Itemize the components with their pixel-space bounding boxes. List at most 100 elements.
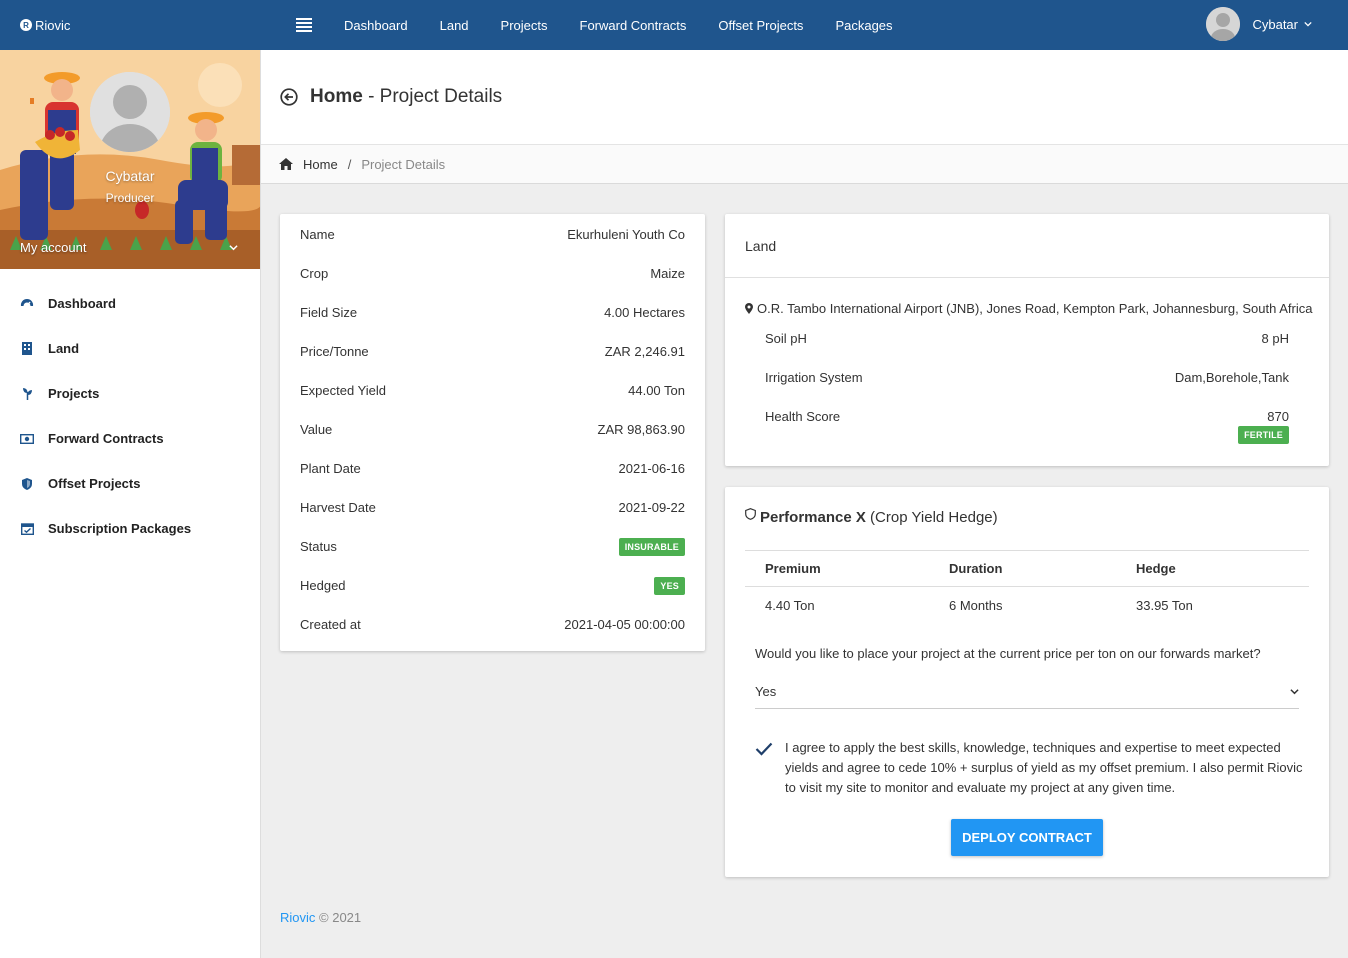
my-account-label: My account xyxy=(20,240,87,255)
hedge-table-header: Premium Duration Hedge xyxy=(745,550,1309,587)
top-nav: Dashboard Land Projects Forward Contract… xyxy=(344,0,925,50)
top-navbar: R Riovic Dashboard Land Projects Forward… xyxy=(0,0,1348,50)
detail-row-created-at: Created at 2021-04-05 00:00:00 xyxy=(300,605,685,644)
user-name: Cybatar xyxy=(1252,16,1298,32)
seedling-icon xyxy=(20,387,34,401)
calendar-check-icon xyxy=(20,522,34,536)
menu-toggle-icon[interactable] xyxy=(296,18,312,32)
home-icon xyxy=(279,158,293,170)
land-label: Health Score xyxy=(765,409,841,424)
land-row-soil-ph: Soil pH 8 pH xyxy=(765,319,1289,358)
detail-row-expected-yield: Expected Yield 44.00 Ton xyxy=(300,371,685,410)
shield-icon xyxy=(20,477,34,491)
agreement-checkbox[interactable] xyxy=(755,742,773,756)
detail-row-status: Status INSURABLE xyxy=(300,527,685,566)
detail-label: Name xyxy=(300,227,335,242)
map-pin-icon xyxy=(745,303,753,314)
detail-label: Harvest Date xyxy=(300,500,376,515)
sidebar-item-forward-contracts[interactable]: Forward Contracts xyxy=(0,416,260,461)
detail-label: Value xyxy=(300,422,333,437)
topnav-offset-projects[interactable]: Offset Projects xyxy=(718,18,803,33)
page-title: Home - Project Details xyxy=(280,86,502,108)
land-value: Dam,Borehole,Tank xyxy=(1174,370,1289,385)
detail-label: Created at xyxy=(300,617,361,632)
performance-title-bold: Performance X xyxy=(760,509,866,526)
detail-value: ZAR 2,246.91 xyxy=(604,344,685,359)
user-name-wrap: Cybatar xyxy=(1252,17,1312,32)
detail-row-name: Name Ekurhuleni Youth Co xyxy=(300,215,685,254)
land-location: O.R. Tambo International Airport (JNB), … xyxy=(745,301,1312,316)
topnav-packages[interactable]: Packages xyxy=(835,18,892,33)
sidebar-item-dashboard[interactable]: Dashboard xyxy=(0,281,260,326)
profile-banner: Cybatar Producer My account xyxy=(0,50,260,269)
land-location-text: O.R. Tambo International Airport (JNB), … xyxy=(757,301,1313,316)
user-menu[interactable]: Cybatar xyxy=(1206,7,1312,41)
detail-label: Expected Yield xyxy=(300,383,387,398)
back-arrow-icon[interactable] xyxy=(280,88,298,106)
forwards-market-select[interactable]: Yes xyxy=(755,675,1299,709)
table-row: 4.40 Ton 6 Months 33.95 Ton xyxy=(745,587,1309,625)
performance-title: Performance X (Crop Yield Hedge) xyxy=(745,507,998,526)
column-hedge: Hedge xyxy=(1116,550,1309,587)
logo-text: Riovic xyxy=(35,17,71,33)
land-attributes: Soil pH 8 pH Irrigation System Dam,Borehol… xyxy=(765,319,1289,436)
detail-row-field-size: Field Size 4.00 Hectares xyxy=(300,293,685,332)
chevron-down-icon xyxy=(1304,21,1312,27)
hedge-table: Premium Duration Hedge 4.40 Ton 6 Months… xyxy=(745,550,1309,625)
topnav-land[interactable]: Land xyxy=(440,18,469,33)
sidebar-item-subscription-packages[interactable]: Subscription Packages xyxy=(0,506,260,551)
land-label: Soil pH xyxy=(765,331,807,346)
detail-label: Hedged xyxy=(300,578,346,593)
user-avatar-icon xyxy=(1206,7,1241,41)
detail-row-crop: Crop Maize xyxy=(300,254,685,293)
column-duration: Duration xyxy=(929,550,1116,587)
land-row-irrigation: Irrigation System Dam,Borehole,Tank xyxy=(765,358,1289,397)
detail-value: 44.00 Ton xyxy=(628,383,685,398)
detail-value: Ekurhuleni Youth Co xyxy=(567,227,685,242)
detail-row-harvest-date: Harvest Date 2021-09-22 xyxy=(300,488,685,527)
topnav-projects[interactable]: Projects xyxy=(501,18,548,33)
land-value: 8 pH xyxy=(1261,331,1289,346)
select-value: Yes xyxy=(755,684,777,699)
detail-row-value: Value ZAR 98,863.90 xyxy=(300,410,685,449)
hedged-badge: YES xyxy=(654,576,685,595)
dashboard-icon xyxy=(20,297,34,311)
sidebar-item-label: Offset Projects xyxy=(48,476,141,491)
sidebar-item-land[interactable]: Land xyxy=(0,326,260,371)
profile-name: Cybatar xyxy=(105,168,155,184)
sidebar-item-offset-projects[interactable]: Offset Projects xyxy=(0,461,260,506)
sidebar: Cybatar Producer My account Dashboard La… xyxy=(0,50,261,958)
detail-row-price: Price/Tonne ZAR 2,246.91 xyxy=(300,332,685,371)
premium-value: 4.40 Ton xyxy=(765,598,815,614)
logo-mark-icon: R xyxy=(20,19,32,31)
land-card: Land O.R. Tambo International Airport (J… xyxy=(725,214,1329,466)
profile-avatar xyxy=(90,72,170,152)
detail-label: Field Size xyxy=(300,305,358,320)
health-badge: FERTILE xyxy=(1238,426,1289,444)
sidebar-item-label: Forward Contracts xyxy=(48,431,164,446)
sidebar-nav: Dashboard Land Projects Forward Contract… xyxy=(0,281,260,551)
money-icon xyxy=(20,432,34,446)
deploy-contract-button[interactable]: DEPLOY CONTRACT xyxy=(951,819,1103,856)
breadcrumb-current: Project Details xyxy=(361,156,446,172)
detail-label: Plant Date xyxy=(300,461,361,476)
duration-value: 6 Months xyxy=(949,598,1003,614)
footer-brand-link[interactable]: Riovic xyxy=(280,910,315,925)
topnav-forward-contracts[interactable]: Forward Contracts xyxy=(580,18,687,33)
my-account-toggle[interactable]: My account xyxy=(20,240,238,255)
detail-value: Maize xyxy=(650,266,685,281)
breadcrumb-home[interactable]: Home xyxy=(303,157,338,172)
topnav-dashboard[interactable]: Dashboard xyxy=(344,18,408,33)
brand-logo[interactable]: R Riovic xyxy=(20,17,70,33)
sidebar-item-projects[interactable]: Projects xyxy=(0,371,260,416)
page-header: Home - Project Details xyxy=(261,50,1348,144)
sidebar-item-label: Dashboard xyxy=(48,296,116,311)
profile-avatar-icon xyxy=(90,72,170,152)
building-icon xyxy=(20,342,34,356)
user-avatar xyxy=(1206,7,1241,41)
breadcrumb: Home / Project Details xyxy=(261,144,1348,184)
detail-label: Status xyxy=(300,539,337,554)
profile-role: Producer xyxy=(105,191,155,205)
detail-row-plant-date: Plant Date 2021-06-16 xyxy=(300,449,685,488)
column-premium: Premium xyxy=(745,550,929,587)
